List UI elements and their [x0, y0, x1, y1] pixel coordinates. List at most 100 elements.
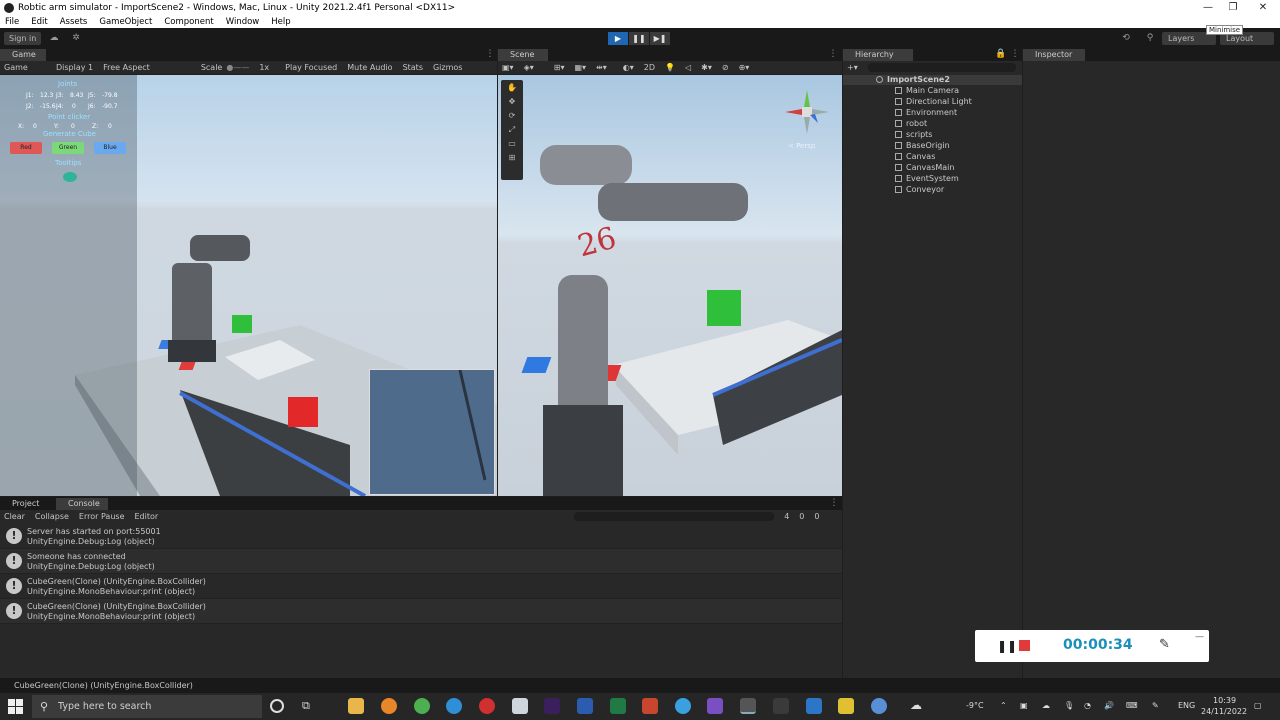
- green-cube-button[interactable]: Green: [52, 142, 84, 154]
- game-view[interactable]: Joints J1: 12.3 J3: 8.43 J5: -79.8 J2: -…: [0, 75, 497, 496]
- menu-file[interactable]: File: [5, 17, 19, 27]
- status-bar[interactable]: CubeGreen(Clone) (UnityEngine.BoxCollide…: [0, 678, 1280, 693]
- hierarchy-item-canvasmain[interactable]: CanvasMain: [895, 163, 954, 172]
- collapse-button[interactable]: Collapse: [35, 512, 69, 521]
- tray-cloud-icon[interactable]: ☁: [1042, 701, 1050, 710]
- chrome-icon[interactable]: [414, 698, 430, 714]
- scene-menu-icon[interactable]: ⋮: [825, 48, 841, 61]
- aspect-dropdown[interactable]: Free Aspect: [103, 63, 150, 72]
- language-indicator[interactable]: ENG: [1178, 701, 1195, 710]
- console-menu-icon[interactable]: ⋮: [826, 497, 842, 510]
- recorder-stop-icon[interactable]: [1019, 640, 1030, 651]
- powerpoint-icon[interactable]: [642, 698, 658, 714]
- file-explorer-icon[interactable]: [348, 698, 364, 714]
- audio-icon[interactable]: ◁: [685, 63, 691, 72]
- weather-temp[interactable]: -9°C: [966, 701, 984, 710]
- scene-gizmo-icon[interactable]: [782, 87, 832, 137]
- log-entry[interactable]: ! Server has started on port:55001 Unity…: [0, 524, 842, 549]
- history-icon[interactable]: ⟲: [1118, 32, 1134, 45]
- log-entry[interactable]: ! CubeGreen(Clone) (UnityEngine.BoxColli…: [0, 574, 842, 599]
- grid-icon[interactable]: ▦▾: [574, 63, 586, 72]
- sign-in-button[interactable]: Sign in: [4, 32, 42, 45]
- unity-hub-icon[interactable]: [773, 698, 789, 714]
- transform-tool-icon[interactable]: ⊞: [504, 152, 520, 164]
- hierarchy-menu-icon[interactable]: ⋮: [1007, 48, 1023, 61]
- log-entry[interactable]: ! CubeGreen(Clone) (UnityEngine.BoxColli…: [0, 599, 842, 624]
- gizmos-dropdown[interactable]: Gizmos: [433, 63, 462, 72]
- hierarchy-item-environment[interactable]: Environment: [895, 108, 957, 117]
- edge-icon[interactable]: [446, 698, 462, 714]
- notification-icon[interactable]: ▢: [1254, 701, 1262, 710]
- scale-slider[interactable]: ●——: [226, 63, 249, 72]
- search-icon[interactable]: ⚲: [1142, 32, 1158, 45]
- app-icon-2[interactable]: [675, 698, 691, 714]
- play-button[interactable]: ▶: [608, 32, 628, 45]
- game-mode-dropdown[interactable]: Game: [4, 63, 46, 72]
- move-snap-icon[interactable]: ⊞▾: [554, 63, 565, 72]
- scene-view[interactable]: 26 ✋ ✥ ⟳ ⤢ ▭ ⊞ < Persp: [498, 75, 842, 496]
- error-count[interactable]: 0: [814, 512, 819, 521]
- keyboard-icon[interactable]: ⌨: [1126, 701, 1138, 710]
- console-search-input[interactable]: [574, 512, 775, 521]
- gizmos-scene-icon[interactable]: ⊕▾: [739, 63, 750, 72]
- tab-game[interactable]: Game: [0, 49, 46, 61]
- hierarchy-search-input[interactable]: [867, 63, 1016, 72]
- display-dropdown[interactable]: Display 1: [56, 63, 93, 72]
- hierarchy-item-baseorigin[interactable]: BaseOrigin: [895, 141, 950, 150]
- excel-icon[interactable]: [610, 698, 626, 714]
- cortana-icon[interactable]: [270, 699, 284, 713]
- red-cube-button[interactable]: Red: [10, 142, 42, 154]
- store-icon[interactable]: [512, 698, 528, 714]
- recorder-draw-icon[interactable]: ✎: [1159, 637, 1170, 652]
- premiere-icon[interactable]: [544, 698, 560, 714]
- menu-edit[interactable]: Edit: [31, 17, 47, 27]
- tab-console[interactable]: Console: [56, 498, 108, 510]
- tooltips-eye-icon[interactable]: [63, 172, 77, 182]
- tray-app-icon[interactable]: ▣: [1020, 701, 1028, 710]
- effects-icon[interactable]: ✱▾: [701, 63, 712, 72]
- recorder-pause-icon[interactable]: ❚❚: [997, 639, 1017, 653]
- play-focused-dropdown[interactable]: Play Focused: [285, 63, 337, 72]
- windows-start-icon[interactable]: [8, 699, 23, 714]
- tab-hierarchy[interactable]: Hierarchy: [843, 49, 913, 61]
- draw-mode-icon[interactable]: ▣▾: [502, 63, 514, 72]
- rect-tool-icon[interactable]: ▭: [504, 138, 520, 150]
- render-icon[interactable]: ◐▾: [623, 63, 634, 72]
- stats-toggle[interactable]: Stats: [403, 63, 423, 72]
- hierarchy-item-canvas[interactable]: Canvas: [895, 152, 935, 161]
- restore-icon[interactable]: ❐: [1219, 0, 1247, 15]
- menu-help[interactable]: Help: [271, 17, 290, 27]
- hierarchy-item-directional-light[interactable]: Directional Light: [895, 97, 972, 106]
- app-icon-4[interactable]: [838, 698, 854, 714]
- hierarchy-item-eventsystem[interactable]: EventSystem: [895, 174, 959, 183]
- lighting-icon[interactable]: 💡: [665, 63, 675, 72]
- yandex-icon[interactable]: [479, 698, 495, 714]
- error-pause-button[interactable]: Error Pause: [79, 512, 125, 521]
- collab-icon[interactable]: ✲: [68, 32, 84, 45]
- game-menu-icon[interactable]: ⋮: [482, 48, 498, 61]
- visual-studio-icon[interactable]: [707, 698, 723, 714]
- mode-2d-toggle[interactable]: 2D: [644, 63, 655, 72]
- clock-date[interactable]: 24/11/2022: [1201, 707, 1247, 716]
- weather-icon[interactable]: ☁: [910, 698, 922, 712]
- menu-window[interactable]: Window: [226, 17, 260, 27]
- tab-inspector[interactable]: Inspector: [1023, 49, 1085, 61]
- menu-gameobject[interactable]: GameObject: [99, 17, 152, 27]
- menu-assets[interactable]: Assets: [60, 17, 88, 27]
- scale-tool-icon[interactable]: ⤢: [504, 124, 520, 136]
- pause-button[interactable]: ❚❚: [629, 32, 649, 45]
- tray-chevron-icon[interactable]: ⌃: [1000, 701, 1007, 710]
- hidden-objects-icon[interactable]: ⊘: [722, 63, 729, 72]
- add-icon[interactable]: +▾: [847, 63, 858, 72]
- warning-count[interactable]: 0: [799, 512, 804, 521]
- menu-component[interactable]: Component: [164, 17, 213, 27]
- shading-icon[interactable]: ◈▾: [524, 63, 534, 72]
- clear-button[interactable]: Clear: [4, 512, 25, 521]
- rotate-tool-icon[interactable]: ⟳: [504, 110, 520, 122]
- mute-audio-toggle[interactable]: Mute Audio: [347, 63, 392, 72]
- tab-project[interactable]: Project: [0, 498, 50, 510]
- log-entry[interactable]: ! Someone has connected UnityEngine.Debu…: [0, 549, 842, 574]
- blue-cube-button[interactable]: Blue: [94, 142, 126, 154]
- hierarchy-item-robot[interactable]: robot: [895, 119, 927, 128]
- taskbar-search-input[interactable]: Type here to search: [32, 695, 262, 718]
